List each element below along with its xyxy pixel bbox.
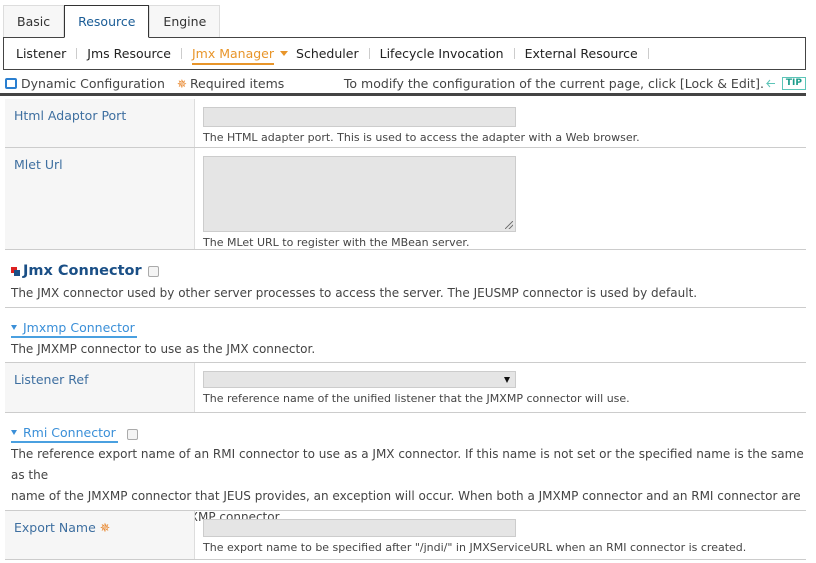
- subnav-lifecycle-invocation[interactable]: Lifecycle Invocation: [380, 37, 504, 70]
- jmx-connector-heading: Jmx Connector: [11, 263, 159, 279]
- tab-resource[interactable]: Resource: [64, 5, 150, 38]
- required-items-legend: ✵ Required items: [177, 76, 284, 91]
- sub-navigation: Listener Jms Resource Jmx Manager Schedu…: [3, 37, 806, 70]
- tab-engine[interactable]: Engine: [149, 5, 221, 37]
- export-name-label-cell: Export Name ✵: [5, 511, 195, 559]
- html-adaptor-port-label: Html Adaptor Port: [5, 99, 195, 147]
- listener-ref-row: Listener Ref The reference name of the u…: [5, 362, 806, 413]
- active-underline: [191, 63, 275, 65]
- mlet-url-row: Mlet Url The MLet URL to register with t…: [5, 148, 806, 250]
- triangle-down-icon: [11, 325, 17, 330]
- main-tabs: Basic Resource Engine: [3, 5, 221, 38]
- separator: [76, 48, 78, 59]
- dropdown-arrow-icon: [504, 377, 510, 383]
- jmxmp-connector-description: The JMXMP connector to use as the JMX co…: [11, 342, 316, 356]
- subnav-label: Scheduler: [296, 46, 359, 61]
- export-name-description: The export name to be specified after "/…: [203, 541, 747, 554]
- export-name-label: Export Name: [14, 520, 96, 535]
- tab-basic[interactable]: Basic: [3, 5, 65, 37]
- subnav-jms-resource[interactable]: Jms Resource: [87, 37, 171, 70]
- html-adaptor-port-input[interactable]: [203, 107, 516, 127]
- jmx-connector-title: Jmx Connector: [23, 263, 142, 279]
- listener-ref-description: The reference name of the unified listen…: [203, 392, 630, 405]
- required-star-icon: ✵: [176, 76, 187, 91]
- listener-ref-label: Listener Ref: [5, 363, 195, 412]
- jmxmp-connector-title: Jmxmp Connector: [23, 320, 135, 335]
- jmxmp-connector-toggle[interactable]: Jmxmp Connector: [11, 320, 137, 338]
- subnav-label: Jmx Manager: [191, 46, 275, 61]
- info-bar: Dynamic Configuration ✵ Required items T…: [0, 74, 806, 96]
- separator: [513, 48, 515, 59]
- mlet-url-description: The MLet URL to register with the MBean …: [203, 236, 470, 249]
- caret-down-icon: [280, 51, 289, 56]
- description-line: name of the JMXMP connector that JEUS pr…: [11, 489, 801, 503]
- rmi-connector-title: Rmi Connector: [23, 425, 116, 440]
- mlet-url-label: Mlet Url: [5, 148, 195, 249]
- tip-button[interactable]: TIP: [781, 77, 806, 90]
- subnav-label: External Resource: [524, 46, 638, 61]
- required-star-icon: ✵: [99, 520, 111, 535]
- resize-grip-icon[interactable]: [505, 221, 513, 229]
- required-items-label: Required items: [189, 76, 285, 91]
- separator: [368, 48, 370, 59]
- separator: [647, 48, 649, 59]
- export-name-row: Export Name ✵ The export name to be spec…: [5, 510, 806, 560]
- triangle-down-icon: [11, 430, 17, 435]
- export-name-input[interactable]: [203, 519, 516, 537]
- jmx-connector-checkbox[interactable]: [147, 265, 159, 277]
- subnav-external-resource[interactable]: External Resource: [525, 37, 638, 70]
- subnav-label: Jms Resource: [87, 46, 171, 61]
- subnav-jmx-manager[interactable]: Jmx Manager: [191, 37, 289, 70]
- tip-arrow-icon: [766, 79, 775, 88]
- mlet-url-textarea[interactable]: [203, 156, 516, 232]
- subnav-label: Listener: [16, 46, 67, 61]
- subnav-listener[interactable]: Listener: [16, 37, 66, 70]
- rmi-connector-checkbox[interactable]: [126, 428, 138, 440]
- html-adaptor-port-description: The HTML adapter port. This is used to a…: [203, 131, 640, 144]
- section-icon: [11, 266, 20, 276]
- dynamic-configuration-label: Dynamic Configuration: [21, 76, 165, 91]
- separator: [180, 48, 182, 59]
- modify-hint: To modify the configuration of the curre…: [343, 76, 764, 91]
- rmi-connector-toggle[interactable]: Rmi Connector: [11, 425, 138, 443]
- subnav-label: Lifecycle Invocation: [379, 46, 504, 61]
- dynamic-configuration-legend: Dynamic Configuration: [5, 76, 165, 91]
- listener-ref-select[interactable]: [203, 371, 516, 388]
- html-adaptor-port-row: Html Adaptor Port The HTML adapter port.…: [5, 99, 806, 148]
- refresh-icon: [5, 78, 17, 89]
- description-line: The reference export name of an RMI conn…: [11, 447, 804, 482]
- divider: [5, 307, 806, 308]
- jmx-connector-description: The JMX connector used by other server p…: [11, 286, 698, 300]
- subnav-scheduler[interactable]: Scheduler: [296, 37, 359, 70]
